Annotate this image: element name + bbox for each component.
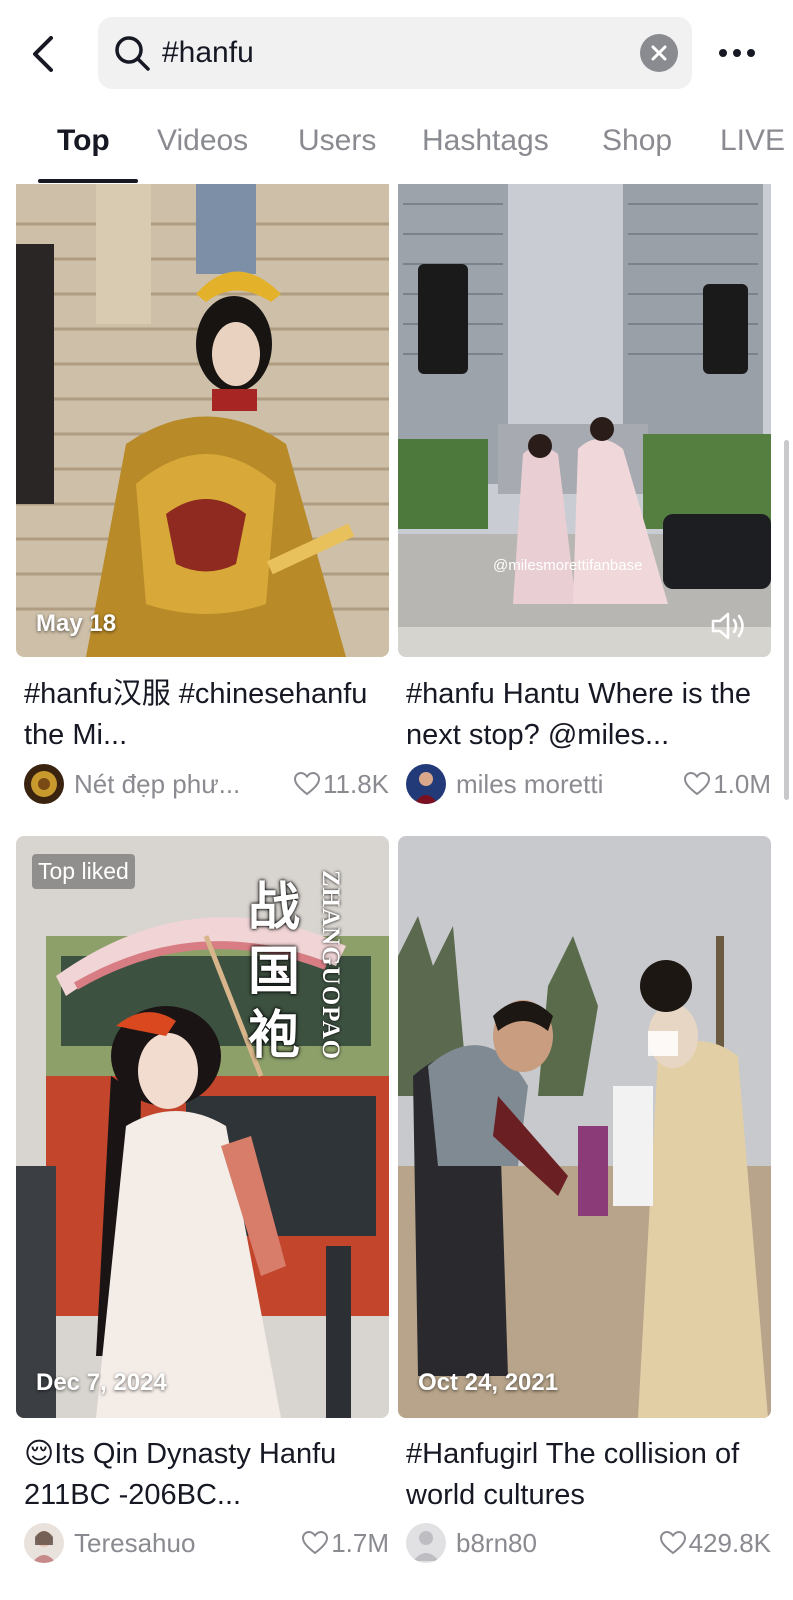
more-dot-icon (719, 49, 727, 57)
like-count-text: 1.7M (331, 1527, 389, 1558)
speaker-icon[interactable] (711, 611, 747, 641)
video-thumbnail[interactable]: @milesmorettifanbase (398, 184, 771, 657)
author-name[interactable]: miles moretti (456, 769, 678, 800)
heart-outline-icon (659, 1531, 686, 1555)
like-count-text: 11.8K (322, 768, 389, 799)
tab-hashtags[interactable]: Hashtags (422, 124, 549, 184)
like-count-text: 1.0M (713, 768, 771, 799)
close-icon (651, 45, 667, 61)
video-thumbnail[interactable]: Top liked 战国袍 ZHANGUOPAO Dec 7, 2024 (16, 836, 389, 1418)
back-button[interactable] (24, 28, 64, 80)
tab-videos[interactable]: Videos (157, 124, 248, 184)
like-count: 11.8K (293, 768, 389, 800)
video-caption[interactable]: #hanfu Hantu Where is the next stop? @mi… (406, 674, 766, 756)
video-date: Oct 24, 2021 (418, 1369, 559, 1396)
tab-shop[interactable]: Shop (602, 124, 672, 184)
avatar[interactable] (24, 764, 64, 804)
like-count: 1.0M (684, 769, 771, 800)
video-caption[interactable]: #Hanfugirl The collision of world cultur… (406, 1434, 766, 1516)
tab-users[interactable]: Users (298, 124, 376, 184)
video-caption[interactable]: #hanfu汉服 #chinesehanfu the Mi... (24, 674, 384, 756)
heart-outline-icon (293, 772, 320, 796)
video-caption[interactable]: 😌Its Qin Dynasty Hanfu 211BC -206BC... (24, 1434, 384, 1516)
video-author-row: Teresahuo 1.7M (24, 1521, 389, 1565)
video-author-row: b8rn80 429.8K (406, 1521, 771, 1565)
like-count-text: 429.8K (688, 1527, 771, 1558)
heart-outline-icon (302, 1531, 329, 1555)
avatar[interactable] (24, 1523, 64, 1563)
chevron-left-icon (33, 36, 53, 72)
search-header (0, 0, 793, 110)
more-options-button[interactable] (712, 30, 762, 76)
search-box[interactable] (98, 17, 692, 89)
tab-live[interactable]: LIVE (720, 124, 785, 184)
video-thumbnail[interactable]: May 18 (16, 184, 389, 657)
video-author-row: miles moretti 1.0M (406, 762, 771, 806)
author-name[interactable]: Teresahuo (74, 1528, 296, 1559)
author-name[interactable]: Nét đẹp phư... (74, 769, 288, 800)
search-icon (115, 36, 150, 71)
video-date: Dec 7, 2024 (36, 1369, 167, 1396)
author-name[interactable]: b8rn80 (456, 1528, 654, 1559)
watermark-text: @milesmorettifanbase (493, 557, 642, 574)
active-tab-indicator (38, 179, 138, 183)
video-thumbnail[interactable]: Oct 24, 2021 (398, 836, 771, 1418)
result-tabs: Top Videos Users Hashtags Shop LIVE (0, 110, 793, 184)
heart-outline-icon (684, 772, 711, 796)
search-input[interactable] (162, 17, 622, 89)
clear-search-button[interactable] (640, 34, 678, 72)
avatar[interactable] (406, 764, 446, 804)
like-count: 1.7M (302, 1528, 389, 1559)
top-liked-badge: Top liked (32, 854, 135, 889)
more-dot-icon (747, 49, 755, 57)
overlay-english-title: ZHANGUOPAO (317, 870, 344, 1061)
video-date: May 18 (36, 610, 117, 637)
video-author-row: Nét đẹp phư... 11.8K (24, 762, 389, 806)
more-dot-icon (733, 49, 741, 57)
tab-top[interactable]: Top (57, 124, 110, 184)
avatar[interactable] (406, 1523, 446, 1563)
scrollbar[interactable] (784, 440, 789, 800)
overlay-chinese-title: 战国袍 (248, 878, 301, 1066)
like-count: 429.8K (659, 1527, 771, 1559)
